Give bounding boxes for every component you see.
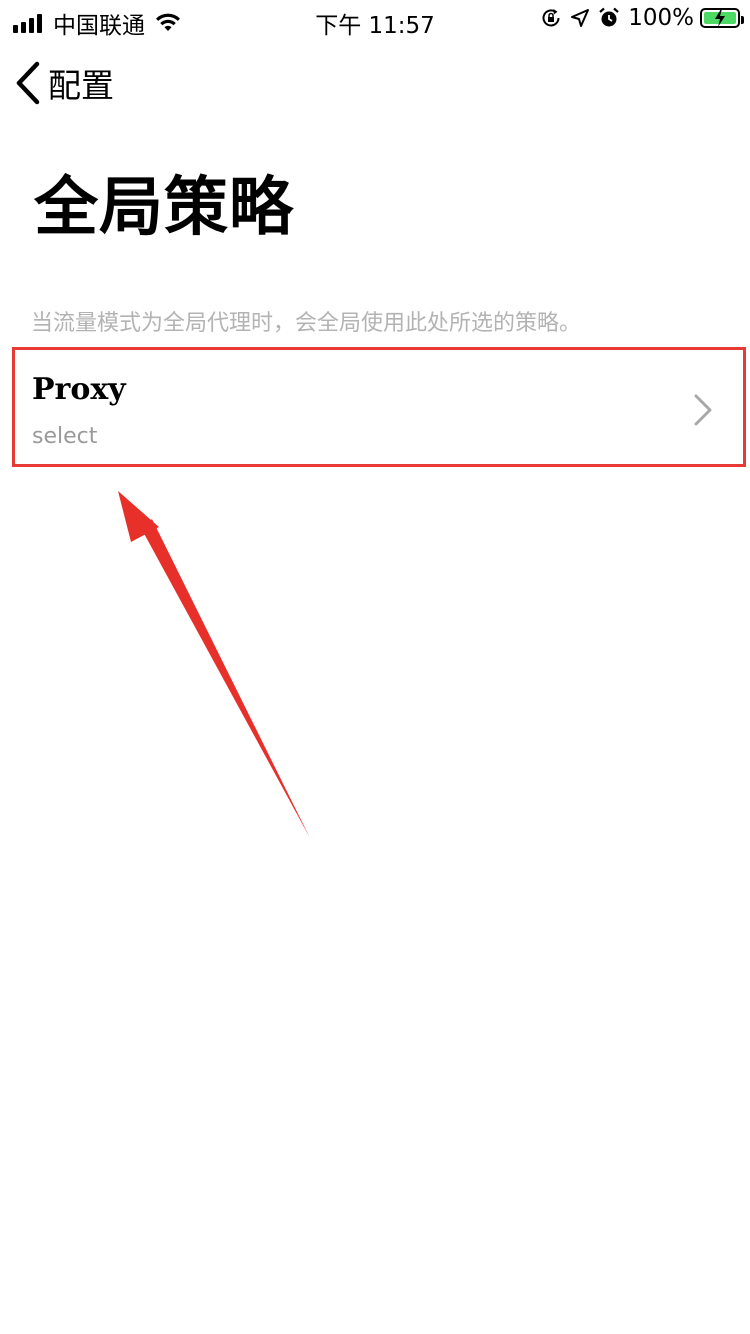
chevron-right-icon — [694, 394, 712, 426]
chevron-left-icon — [16, 61, 40, 105]
battery-charging-icon — [700, 8, 744, 28]
status-right: 100% — [540, 5, 744, 31]
status-bar: 中国联通 下午 11:57 100% — [0, 0, 750, 40]
policy-title: Proxy — [32, 372, 126, 407]
alarm-icon — [599, 7, 619, 27]
policy-type: select — [32, 424, 98, 449]
policy-row-proxy[interactable]: Proxy select — [12, 347, 746, 467]
battery-percent: 100% — [628, 5, 694, 31]
page-title: 全局策略 — [34, 171, 294, 245]
rotation-lock-icon — [542, 9, 560, 27]
location-icon — [571, 9, 590, 27]
section-description: 当流量模式为全局代理时，会全局使用此处所选的策略。 — [31, 311, 582, 336]
back-button[interactable]: 配置 — [14, 58, 114, 108]
back-label: 配置 — [48, 66, 114, 105]
